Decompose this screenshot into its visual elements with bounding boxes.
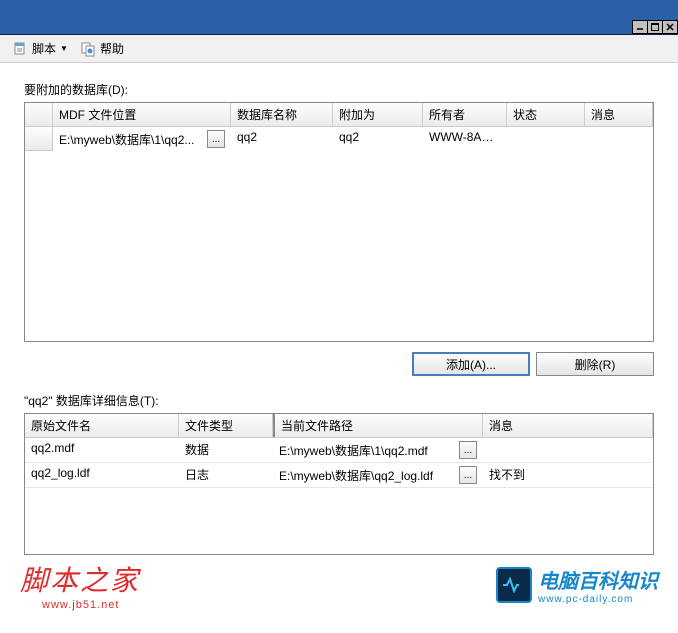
col-current-path[interactable]: 当前文件路径 xyxy=(273,414,483,437)
window-titlebar xyxy=(0,0,678,35)
col-mdf-location[interactable]: MDF 文件位置 xyxy=(53,103,231,126)
dropdown-arrow-icon: ▼ xyxy=(60,44,68,53)
col-message[interactable]: 消息 xyxy=(483,414,653,437)
minimize-button[interactable] xyxy=(632,20,648,34)
browse-button[interactable]: ... xyxy=(459,441,477,459)
script-label: 脚本 xyxy=(32,40,56,57)
grid-header: MDF 文件位置 数据库名称 附加为 所有者 状态 消息 xyxy=(25,103,653,127)
add-button[interactable]: 添加(A)... xyxy=(412,352,530,376)
watermark-pcdaily: 电脑百科知识 www.pc-daily.com xyxy=(496,565,658,605)
help-button[interactable]: 帮助 xyxy=(76,38,128,59)
script-icon xyxy=(12,41,28,57)
message-cell xyxy=(483,438,653,462)
toolbar: 脚本 ▼ 帮助 xyxy=(0,35,678,63)
databases-grid[interactable]: MDF 文件位置 数据库名称 附加为 所有者 状态 消息 E:\myweb\数据… xyxy=(24,102,654,342)
browse-button[interactable]: ... xyxy=(459,466,477,484)
cur-path-cell[interactable]: E:\myweb\数据库\qq2_log.ldf xyxy=(279,467,433,484)
status-cell xyxy=(507,127,585,151)
table-row[interactable]: E:\myweb\数据库\1\qq2... ... qq2 qq2 WWW-8A… xyxy=(25,127,653,151)
grid-header: 原始文件名 文件类型 当前文件路径 消息 xyxy=(25,414,653,438)
message-cell xyxy=(585,127,653,151)
col-attach-as[interactable]: 附加为 xyxy=(333,103,423,126)
col-db-name[interactable]: 数据库名称 xyxy=(231,103,333,126)
file-type-cell: 数据 xyxy=(179,438,273,462)
col-file-type[interactable]: 文件类型 xyxy=(179,414,273,437)
browse-button[interactable]: ... xyxy=(207,130,225,148)
orig-name-cell: qq2.mdf xyxy=(25,438,179,462)
attachas-cell[interactable]: qq2 xyxy=(333,127,423,151)
watermark-jb51: 脚本之家 xyxy=(20,559,140,599)
row-handle[interactable] xyxy=(25,127,53,151)
db-details-label: "qq2" 数据库详细信息(T): xyxy=(24,392,654,409)
databases-to-attach-label: 要附加的数据库(D): xyxy=(24,81,654,98)
help-label: 帮助 xyxy=(100,40,124,57)
message-cell: 找不到 xyxy=(483,463,653,487)
watermark-jb51-url: www.jb51.net xyxy=(42,599,119,611)
pcdaily-logo-icon xyxy=(496,567,532,603)
col-status[interactable]: 状态 xyxy=(507,103,585,126)
file-type-cell: 日志 xyxy=(179,463,273,487)
col-owner[interactable]: 所有者 xyxy=(423,103,507,126)
owner-cell[interactable]: WWW-8AEF... xyxy=(423,127,507,151)
dbname-cell[interactable]: qq2 xyxy=(231,127,333,151)
details-grid[interactable]: 原始文件名 文件类型 当前文件路径 消息 qq2.mdf 数据 E:\myweb… xyxy=(24,413,654,555)
help-icon xyxy=(80,41,96,57)
orig-name-cell: qq2_log.ldf xyxy=(25,463,179,487)
table-row[interactable]: qq2.mdf 数据 E:\myweb\数据库\1\qq2.mdf ... xyxy=(25,438,653,463)
close-button[interactable] xyxy=(662,20,678,34)
table-row[interactable]: qq2_log.ldf 日志 E:\myweb\数据库\qq2_log.ldf … xyxy=(25,463,653,488)
script-button[interactable]: 脚本 ▼ xyxy=(8,38,72,59)
col-message[interactable]: 消息 xyxy=(585,103,653,126)
cur-path-cell[interactable]: E:\myweb\数据库\1\qq2.mdf xyxy=(279,442,428,459)
remove-button[interactable]: 删除(R) xyxy=(536,352,654,376)
maximize-button[interactable] xyxy=(647,20,663,34)
mdf-path-cell: E:\myweb\数据库\1\qq2... xyxy=(59,131,204,148)
col-orig-filename[interactable]: 原始文件名 xyxy=(25,414,179,437)
